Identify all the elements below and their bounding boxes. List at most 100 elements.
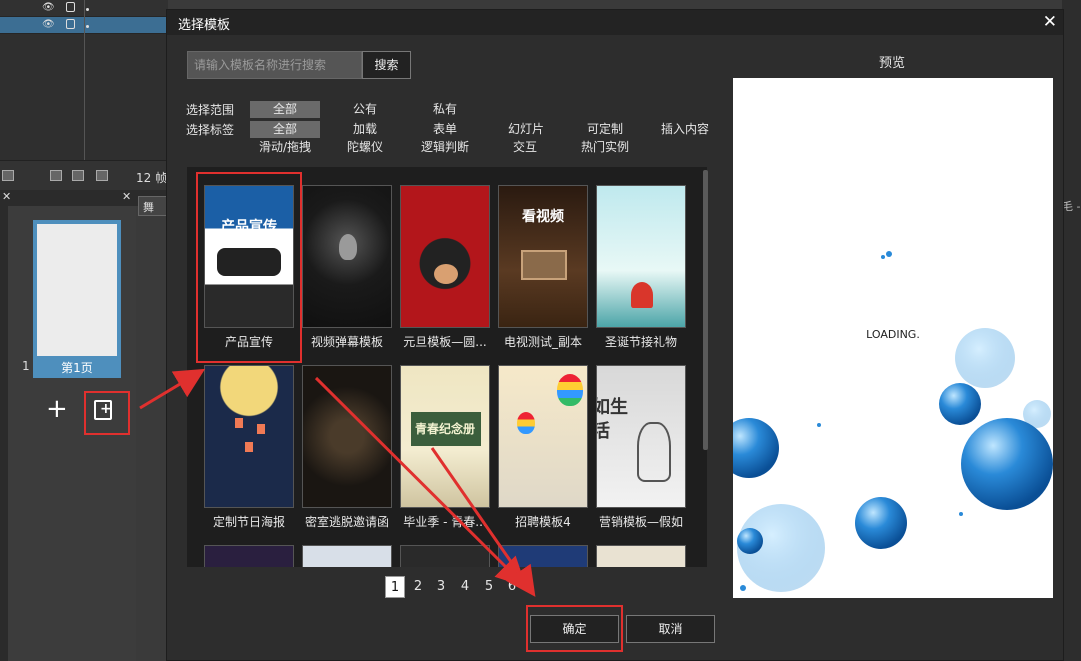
timeline-area: 👁 👁 bbox=[0, 0, 168, 160]
page-link[interactable]: 4 bbox=[455, 576, 475, 598]
template-card[interactable] bbox=[498, 545, 588, 567]
tag-option-slides[interactable]: 幻灯片 bbox=[508, 121, 544, 138]
template-name: 元旦模板—圆... bbox=[403, 335, 487, 349]
scope-label: 选择范围 bbox=[186, 103, 235, 117]
camera-icon[interactable] bbox=[96, 170, 108, 181]
highlight-box-add-template bbox=[84, 391, 130, 435]
right-tab[interactable]: 毛 - bbox=[1062, 198, 1080, 214]
tag-option-hot[interactable]: 热门实例 bbox=[581, 139, 629, 156]
eye-icon[interactable]: 👁 bbox=[42, 2, 55, 13]
template-card[interactable]: 密室逃脱邀请函 bbox=[302, 365, 392, 530]
template-card[interactable]: 元旦模板—圆... bbox=[400, 185, 490, 350]
template-thumbnail: 假如生活 bbox=[596, 365, 686, 508]
dialog-title-bar: 选择模板 ✕ bbox=[167, 10, 1063, 35]
tag-option-gyroscope[interactable]: 陀螺仪 bbox=[347, 139, 383, 156]
template-card[interactable]: 看视频 电视测试_副本 bbox=[498, 185, 588, 350]
tag-filter: 选择标签 全部 加载 表单 幻灯片 可定制 插入内容 bbox=[186, 121, 716, 138]
template-name: 电视测试_副本 bbox=[503, 335, 582, 349]
tag-option-custom[interactable]: 可定制 bbox=[587, 121, 623, 138]
template-card[interactable] bbox=[302, 545, 392, 567]
character-image bbox=[637, 422, 671, 482]
tag-option-slide-drag[interactable]: 滑动/拖拽 bbox=[259, 139, 311, 156]
left-scrollbar[interactable] bbox=[0, 206, 8, 661]
close-icon[interactable]: ✕ bbox=[1043, 12, 1057, 32]
template-name: 毕业季 - 青春... bbox=[403, 515, 487, 529]
balloon-image bbox=[557, 374, 583, 406]
template-card[interactable]: 定制节日海报 bbox=[204, 365, 294, 530]
template-thumbnail bbox=[204, 365, 294, 508]
template-card[interactable]: 视频弹幕模板 bbox=[302, 185, 392, 350]
highlight-box-ok bbox=[526, 605, 623, 652]
eye-icon[interactable]: 👁 bbox=[42, 19, 55, 30]
template-thumbnail bbox=[400, 185, 490, 328]
right-panel: 毛 - bbox=[1062, 0, 1081, 661]
template-card[interactable]: 圣诞节接礼物 bbox=[596, 185, 686, 350]
timeline-divider bbox=[84, 0, 85, 160]
tag-option-form[interactable]: 表单 bbox=[433, 121, 457, 138]
preview-pane: LOADING. bbox=[733, 78, 1053, 598]
lantern-image bbox=[257, 424, 265, 434]
search-button[interactable]: 搜索 bbox=[362, 51, 411, 79]
frame-icon[interactable] bbox=[50, 170, 62, 181]
tag-filter-row2: 滑动/拖拽 陀螺仪 逻辑判断 交互 热门实例 bbox=[186, 139, 716, 155]
tag-option-insert[interactable]: 插入内容 bbox=[661, 121, 709, 138]
highlight-box-selected-template bbox=[196, 172, 302, 363]
template-card[interactable] bbox=[400, 545, 490, 567]
tab-stage[interactable]: 舞 bbox=[138, 196, 168, 216]
page-link[interactable]: 2 bbox=[408, 576, 428, 598]
tag-option-all[interactable]: 全部 bbox=[250, 121, 320, 138]
search-input[interactable] bbox=[187, 51, 362, 79]
template-name: 营销模板—假如 bbox=[598, 515, 683, 529]
thumbnail-title: 青春纪念册 bbox=[414, 422, 475, 436]
lock-icon[interactable] bbox=[66, 19, 75, 29]
tv-image bbox=[521, 250, 567, 280]
cancel-button[interactable]: 取消 bbox=[626, 615, 715, 643]
scope-option-public[interactable]: 公有 bbox=[353, 101, 377, 118]
template-name: 招聘模板4 bbox=[515, 515, 571, 529]
template-thumbnail bbox=[400, 545, 490, 567]
template-name: 定制节日海报 bbox=[212, 515, 285, 529]
template-thumbnail bbox=[498, 365, 588, 508]
tag-option-interaction[interactable]: 交互 bbox=[513, 139, 537, 156]
thumbnail-title: 看视频 bbox=[522, 209, 564, 225]
layer-icon[interactable] bbox=[2, 170, 14, 181]
template-card[interactable]: 假如生活 营销模板—假如 bbox=[596, 365, 686, 530]
scope-option-private[interactable]: 私有 bbox=[433, 101, 457, 118]
template-thumbnail bbox=[498, 545, 588, 567]
scope-option-all[interactable]: 全部 bbox=[250, 101, 320, 118]
template-thumbnail: 看视频 bbox=[498, 185, 588, 328]
egg-image bbox=[434, 264, 458, 284]
page-link[interactable]: 6 bbox=[502, 576, 522, 598]
template-card[interactable] bbox=[596, 545, 686, 567]
close-icon[interactable]: ✕ bbox=[122, 190, 131, 203]
dialog-title: 选择模板 bbox=[178, 18, 231, 33]
scope-filter: 选择范围 全部 公有 私有 bbox=[186, 101, 486, 118]
tag-option-logic[interactable]: 逻辑判断 bbox=[421, 139, 469, 156]
close-icon[interactable]: ✕ bbox=[2, 190, 11, 203]
plus-icon[interactable]: + bbox=[46, 396, 68, 422]
balloon-image bbox=[517, 412, 535, 434]
lock-icon[interactable] bbox=[66, 2, 75, 12]
tag-label: 选择标签 bbox=[186, 123, 235, 137]
template-name: 密室逃脱邀请函 bbox=[304, 515, 389, 529]
page-link[interactable]: 3 bbox=[431, 576, 451, 598]
lantern-image bbox=[235, 418, 243, 428]
lantern-image bbox=[245, 442, 253, 452]
template-card[interactable]: 招聘模板4 bbox=[498, 365, 588, 530]
page-link[interactable]: 5 bbox=[479, 576, 499, 598]
frame-count: 12 帧 bbox=[136, 171, 168, 185]
timeline-toolbar: 12 帧 bbox=[0, 160, 168, 190]
grid-scrollbar[interactable] bbox=[703, 170, 708, 450]
template-card[interactable]: 青春纪念册 毕业季 - 青春... bbox=[400, 365, 490, 530]
page-link[interactable]: 1 bbox=[385, 576, 405, 598]
thumbnail-title: 假如生活 bbox=[597, 397, 628, 442]
template-card[interactable] bbox=[204, 545, 294, 567]
copy-frame-icon[interactable] bbox=[72, 170, 84, 181]
keyframe-dot bbox=[86, 25, 89, 28]
tag-option-loading[interactable]: 加载 bbox=[353, 121, 377, 138]
page-label: 第1页 bbox=[61, 361, 93, 375]
page-thumbnail[interactable]: 第1页 bbox=[33, 220, 121, 378]
select-template-dialog: 选择模板 ✕ 搜索 选择范围 全部 公有 私有 选择标签 全部 加载 表单 幻灯… bbox=[166, 9, 1064, 661]
template-thumbnail bbox=[302, 185, 392, 328]
template-thumbnail bbox=[596, 185, 686, 328]
